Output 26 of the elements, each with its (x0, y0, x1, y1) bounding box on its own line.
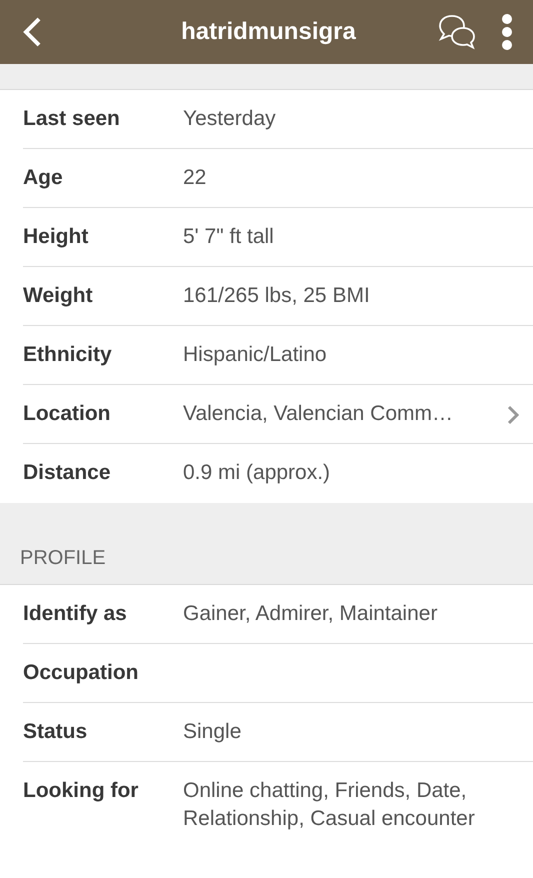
section-heading: PROFILE (20, 547, 106, 570)
field-value: Valencia, Valencian Comm… (183, 401, 454, 427)
field-value: Yesterday (183, 106, 277, 132)
chat-bubbles-icon (438, 14, 476, 50)
field-label: Weight (23, 283, 94, 309)
field-value: 22 (183, 165, 208, 191)
field-label: Status (23, 719, 88, 745)
field-label: Occupation (23, 660, 140, 686)
field-label: Height (23, 224, 90, 250)
more-icon (501, 13, 513, 51)
window-title: hatridmunsigra (180, 18, 357, 46)
field-label: Distance (23, 460, 112, 486)
field-label: Age (23, 165, 64, 191)
field-value: Gainer, Admirer, Maintainer (183, 601, 438, 627)
field-label: Ethnicity (23, 342, 113, 368)
field-value: 161/265 lbs, 25 BMI (183, 283, 371, 309)
field-value: 0.9 mi (approx.) (183, 460, 332, 486)
field-value: Online chatting, Friends, Date, Relationship, Casual encounter (183, 778, 476, 832)
field-value: Hispanic/Latino (183, 342, 328, 368)
field-label: Identify as (23, 601, 128, 627)
field-label: Location (23, 401, 112, 427)
field-label: Looking for (23, 778, 140, 804)
field-value: 5' 7" ft tall (183, 224, 275, 250)
field-value: Single (183, 719, 242, 745)
field-label: Last seen (23, 106, 121, 132)
chevron-right-icon[interactable] (507, 405, 519, 425)
